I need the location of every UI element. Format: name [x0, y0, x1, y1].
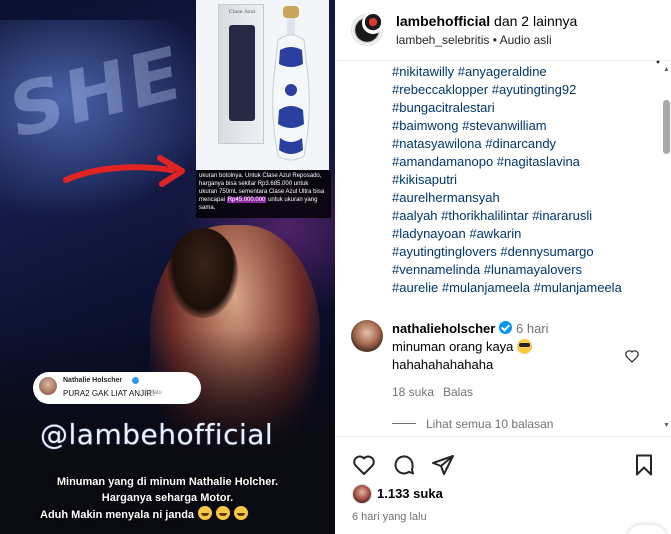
hashtag-line[interactable]: #aalyah #thorikhalilintar #inararusli	[392, 207, 656, 225]
comment-like-heart-icon[interactable]	[624, 348, 640, 364]
price-highlight: Rp45.000.000	[226, 197, 267, 203]
liker-avatar[interactable]	[352, 484, 372, 504]
hashtag-line[interactable]: #bungacitralestari	[392, 99, 656, 117]
comment-text-row: minuman orang kaya	[392, 339, 533, 354]
comment-time[interactable]: 6 hari	[516, 321, 549, 336]
like-count-suffix[interactable]: suka	[413, 486, 443, 501]
product-image: Clase Azul	[196, 0, 329, 170]
audio-label[interactable]: Audio asli	[500, 33, 552, 47]
subtitle-line-1: Minuman yang di minum Nathalie Holcher.	[56, 476, 279, 488]
comment-text-line-1: minuman orang kaya	[392, 339, 514, 354]
comment-text-line-2: hahahahahahaha	[392, 357, 494, 372]
hashtag-line[interactable]: #ayutingtinglovers #dennysumargo	[392, 243, 656, 261]
hashtag-line[interactable]: #ladynayoan #awkarin	[392, 225, 656, 243]
verified-icon	[132, 377, 139, 384]
view-replies-button[interactable]: Lihat semua 10 balasan	[426, 417, 553, 431]
person-hair	[168, 228, 238, 318]
hashtag-line[interactable]: #nikitawilly #anyageraldine	[392, 63, 656, 81]
like-heart-icon[interactable]	[352, 453, 376, 477]
comment-like-count[interactable]: 18 suka	[392, 385, 434, 399]
hashtag-line[interactable]: #aurelhermansyah	[392, 189, 656, 207]
hashtag-list: #nikitawilly #anyageraldine #rebeccaklop…	[392, 63, 656, 297]
subtitle-line-2: Harganya seharga Motor.	[101, 492, 234, 504]
gift-box-window	[229, 25, 255, 121]
overlay-comment-time: 12 j lalu	[141, 390, 162, 396]
post-subline: lambeh_selebritis • Audio asli	[396, 33, 552, 47]
subtitle-line-3: Aduh Makin menyala ni janda	[40, 509, 195, 521]
scroll-up-arrow-icon[interactable]: ▲	[663, 66, 670, 73]
author-others[interactable]: dan 2 lainnya	[494, 13, 577, 29]
caption-area: #nikitawilly #anyageraldine #rebeccaklop…	[335, 61, 671, 310]
replies-divider	[392, 423, 416, 424]
post-header: lambehofficial dan 2 lainnya lambeh_sele…	[335, 0, 671, 61]
post-sidebar: lambehofficial dan 2 lainnya lambeh_sele…	[335, 0, 671, 534]
red-arrow-icon	[63, 155, 185, 187]
sub-account[interactable]: lambeh_selebritis	[396, 33, 489, 47]
avatar	[39, 377, 57, 395]
price-caption: ukuran botolnya. Untuk Clase Azul Reposa…	[196, 170, 331, 218]
scrollbar-thumb[interactable]	[663, 100, 670, 154]
commenter-avatar[interactable]	[351, 320, 383, 352]
share-icon[interactable]	[431, 453, 455, 477]
hashtag-line[interactable]: #baimwong #stevanwilliam	[392, 117, 656, 135]
overlay-comment-bubble: Nathalie Holscher PURA2 GAK LIAT ANJIR! …	[33, 372, 201, 404]
reply-button[interactable]: Balas	[443, 385, 473, 399]
hashtag-line[interactable]: #vennamelinda #lunamayalovers	[392, 261, 656, 279]
save-bookmark-icon[interactable]	[632, 453, 656, 477]
grin-emoji-icon	[216, 506, 231, 520]
comment-item: nathalieholscher 6 hari minuman orang ka…	[335, 310, 671, 435]
subtitle-line-3-row: Aduh Makin menyala ni janda	[0, 506, 335, 523]
post-date[interactable]: 6 hari yang lalu	[352, 511, 427, 523]
tequila-bottle-icon	[272, 6, 310, 161]
like-count[interactable]: 1.133 suka	[377, 486, 443, 501]
author-username[interactable]: lambehofficial	[396, 13, 490, 29]
watermark: @lambehofficial	[40, 418, 274, 451]
hashtag-line[interactable]: #natasyawilona #dinarcandy	[392, 135, 656, 153]
post-actions: 1.133 suka 6 hari yang lalu	[335, 436, 671, 534]
commenter-username[interactable]: nathalieholscher	[392, 321, 495, 336]
grin-emoji-icon	[198, 506, 213, 520]
scroll-down-arrow-icon[interactable]: ▼	[663, 422, 670, 429]
hashtag-line[interactable]: #rebeccaklopper #ayutingting92	[392, 81, 656, 99]
like-count-number[interactable]: 1.133	[377, 486, 410, 501]
gift-box: Clase Azul	[218, 4, 264, 144]
hashtag-line[interactable]: #aurelie #mulanjameela #mulanjameela	[392, 279, 656, 297]
collab-avatar[interactable]	[362, 12, 384, 34]
gift-box-label: Clase Azul	[228, 9, 256, 15]
post-media[interactable]: SHE Clase Azul ukuran botolnya. Untuk Cl…	[0, 0, 335, 534]
grin-emoji-icon	[234, 506, 249, 520]
post-authors[interactable]: lambehofficial dan 2 lainnya	[396, 13, 577, 29]
hashtag-line[interactable]: #kikisaputri	[392, 171, 656, 189]
comments-scrollbar[interactable]: ▲ ▼	[662, 62, 671, 434]
cool-emoji-icon	[517, 339, 533, 354]
video-subtitle: Minuman yang di minum Nathalie Holcher. …	[0, 474, 335, 523]
separator-dot: •	[492, 33, 497, 47]
floating-panel-edge	[627, 525, 667, 534]
comment-icon[interactable]	[392, 453, 416, 477]
verified-icon	[499, 321, 512, 334]
overlay-comment-user: Nathalie Holscher	[63, 377, 123, 384]
hashtag-line[interactable]: #amandamanopo #nagitaslavina	[392, 153, 656, 171]
